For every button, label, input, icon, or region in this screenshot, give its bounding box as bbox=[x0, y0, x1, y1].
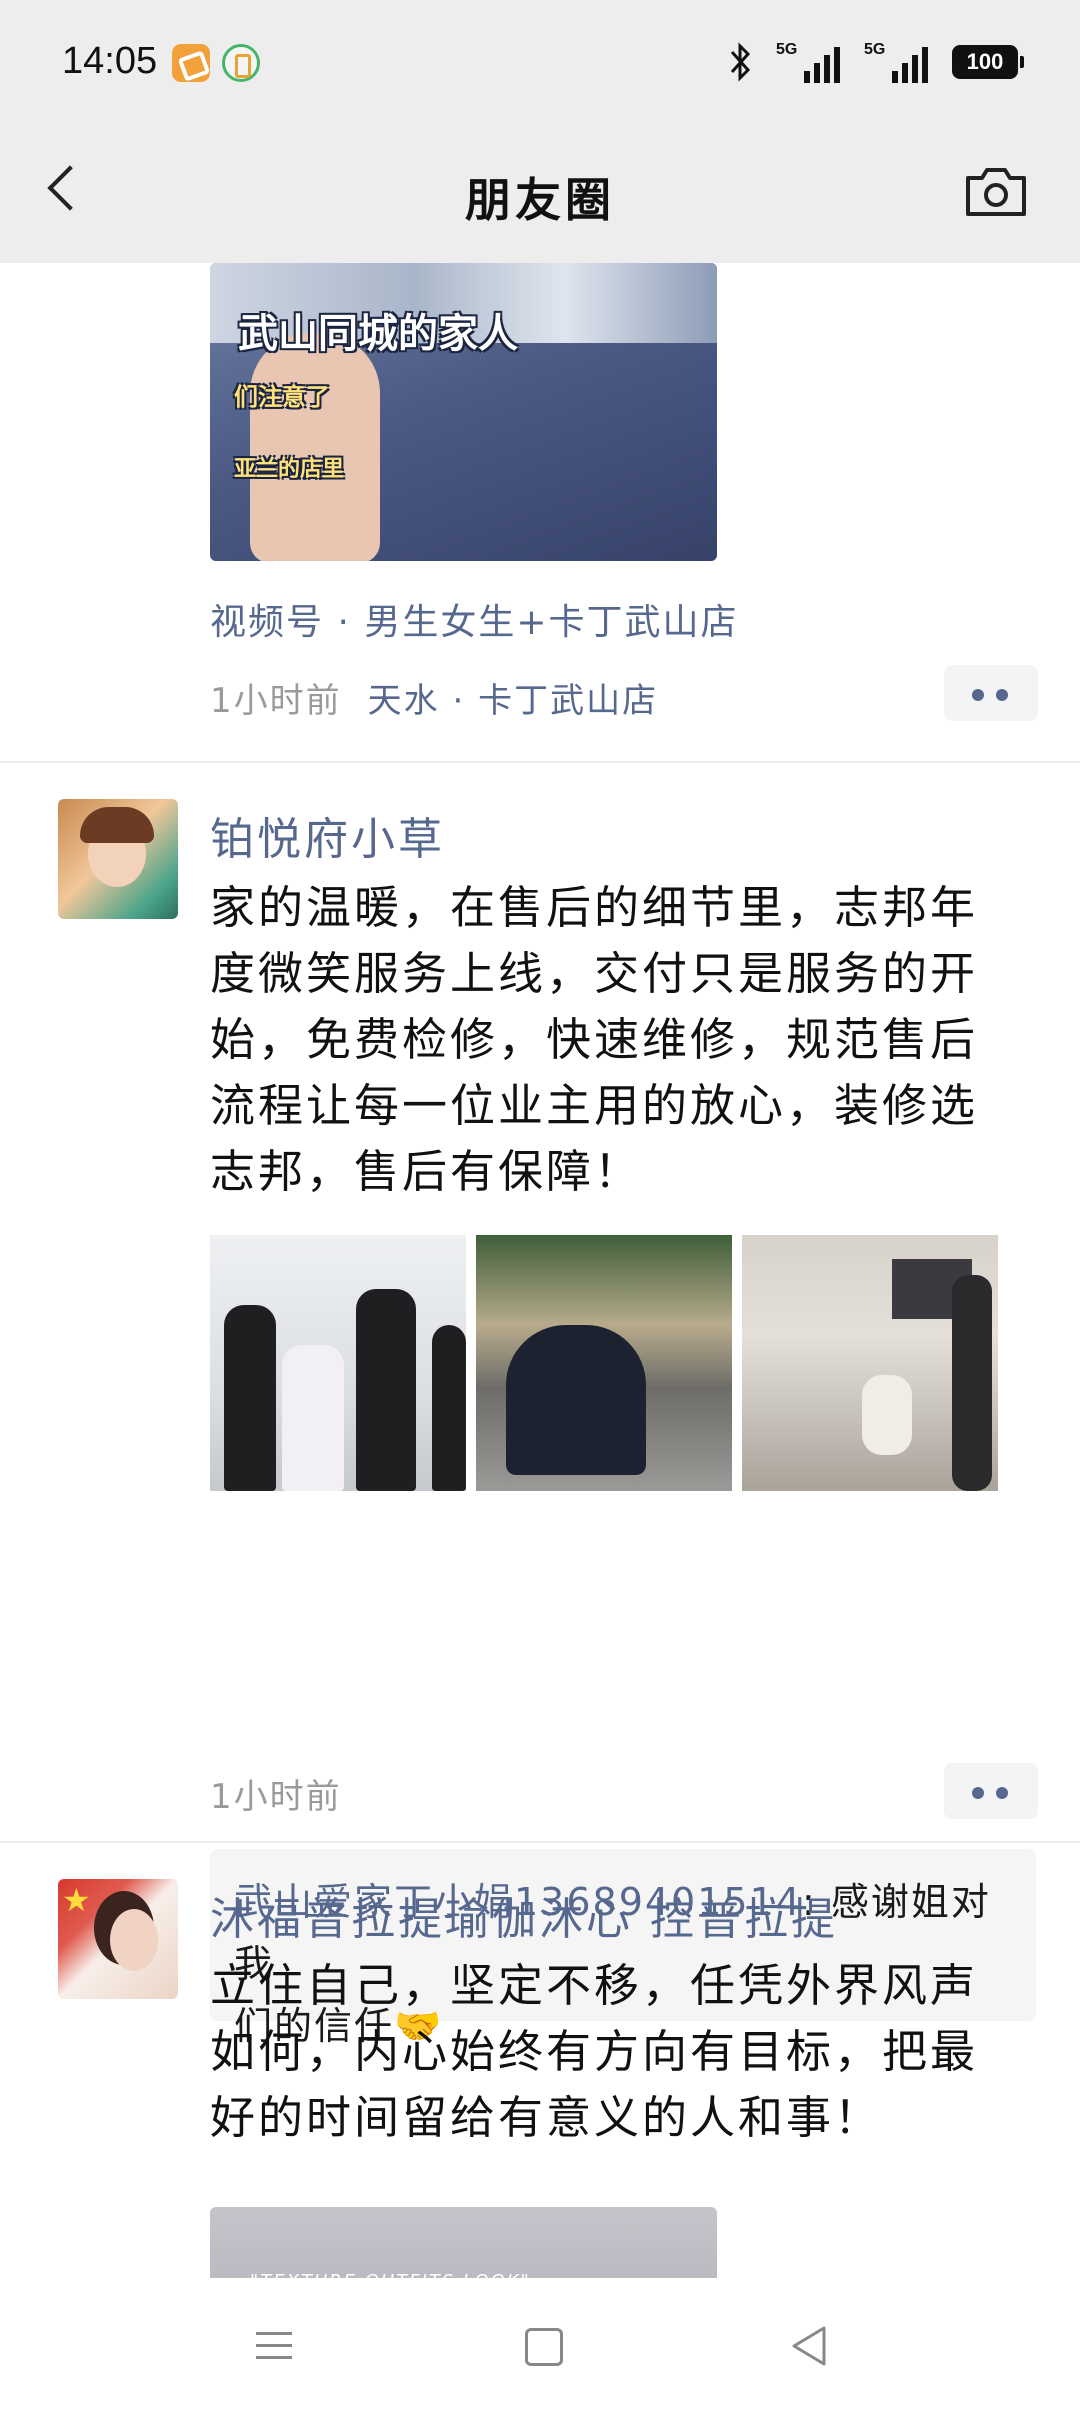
video-caption: 们注意了 bbox=[234, 383, 330, 411]
post-text-line: 好的时间留给有意义的人和事！ bbox=[210, 2091, 883, 2144]
more-button[interactable] bbox=[944, 665, 1038, 721]
signal-icon: 5G bbox=[776, 41, 840, 83]
network-type-label-2: 5G bbox=[864, 41, 886, 58]
camera-button[interactable] bbox=[962, 164, 1030, 220]
notification-app-icon bbox=[172, 44, 210, 82]
triangle-back-icon bbox=[792, 2326, 826, 2366]
video-caption: 武山同城的家人 bbox=[238, 311, 518, 357]
post-location[interactable]: 天水 · 卡丁武山店 bbox=[368, 681, 658, 721]
post-time: 1小时前 bbox=[210, 681, 342, 721]
moment-post: 武山同城的家人 们注意了 亚兰的店里 视频号 · 男生女生+卡丁武山店 1小时前… bbox=[0, 263, 1080, 763]
bluetooth-icon bbox=[728, 42, 752, 82]
nav-back-button[interactable] bbox=[780, 2320, 840, 2372]
status-icons: 5G 5G 100 bbox=[728, 38, 1024, 86]
top-bar: 14:05 5G 5G 100 朋友圈 bbox=[0, 0, 1080, 263]
post-text-line: 流程让每一位业主用的放心，装修选 bbox=[210, 1079, 979, 1132]
menu-button[interactable] bbox=[244, 2320, 304, 2372]
username[interactable]: 铂悦府小草 bbox=[210, 803, 445, 867]
post-meta: 1小时前 bbox=[210, 1769, 342, 1818]
camera-icon bbox=[966, 168, 1026, 216]
signal-icon-2: 5G bbox=[864, 41, 928, 83]
status-time: 14:05 bbox=[62, 40, 158, 82]
avatar[interactable] bbox=[58, 1879, 178, 1999]
username[interactable]: 沐福普拉提瑜伽沐心 控普拉提 bbox=[210, 1883, 838, 1947]
moments-feed[interactable]: 武山同城的家人 们注意了 亚兰的店里 视频号 · 男生女生+卡丁武山店 1小时前… bbox=[0, 263, 1080, 2414]
page-title: 朋友圈 bbox=[465, 173, 615, 227]
channel-link[interactable]: 视频号 · 男生女生+卡丁武山店 bbox=[210, 593, 739, 645]
post-text-line: 如何，内心始终有方向有目标，把最 bbox=[210, 2025, 979, 2078]
post-photo[interactable] bbox=[742, 1235, 998, 1491]
avatar[interactable] bbox=[58, 799, 178, 919]
post-text-line: 立住自己，坚定不移，任凭外界风声 bbox=[210, 1959, 979, 2012]
post-meta: 1小时前 天水 · 卡丁武山店 bbox=[210, 673, 658, 722]
moment-post: 铂悦府小草 家的温暖，在售后的细节里，志邦年 度微笑服务上线，交付只是服务的开 … bbox=[0, 763, 1080, 2048]
video-caption: 亚兰的店里 bbox=[234, 457, 345, 482]
video-hand bbox=[250, 333, 380, 561]
video-thumbnail[interactable]: 武山同城的家人 们注意了 亚兰的店里 bbox=[210, 263, 717, 561]
post-text: 家的温暖，在售后的细节里，志邦年 度微笑服务上线，交付只是服务的开 始，免费检修… bbox=[210, 875, 1040, 1205]
post-text-line: 志邦，售后有保障！ bbox=[210, 1145, 643, 1198]
post-photo[interactable] bbox=[476, 1235, 732, 1491]
post-time: 1小时前 bbox=[210, 1777, 342, 1817]
battery-icon: 100 bbox=[952, 45, 1024, 79]
more-button[interactable] bbox=[944, 1763, 1038, 1819]
post-photo[interactable] bbox=[210, 1235, 466, 1491]
network-type-label: 5G bbox=[776, 41, 798, 58]
system-nav-bar bbox=[0, 2278, 1080, 2414]
post-text: 立住自己，坚定不移，任凭外界风声 如何，内心始终有方向有目标，把最 好的时间留给… bbox=[210, 1953, 1040, 2151]
post-text-line: 始，免费检修，快速维修，规范售后 bbox=[210, 1013, 979, 1066]
post-text-line: 家的温暖，在售后的细节里，志邦年 bbox=[210, 881, 979, 934]
notification-app-icon-2 bbox=[222, 44, 260, 82]
post-text-line: 度微笑服务上线，交付只是服务的开 bbox=[210, 947, 979, 1000]
home-button[interactable] bbox=[513, 2320, 573, 2372]
